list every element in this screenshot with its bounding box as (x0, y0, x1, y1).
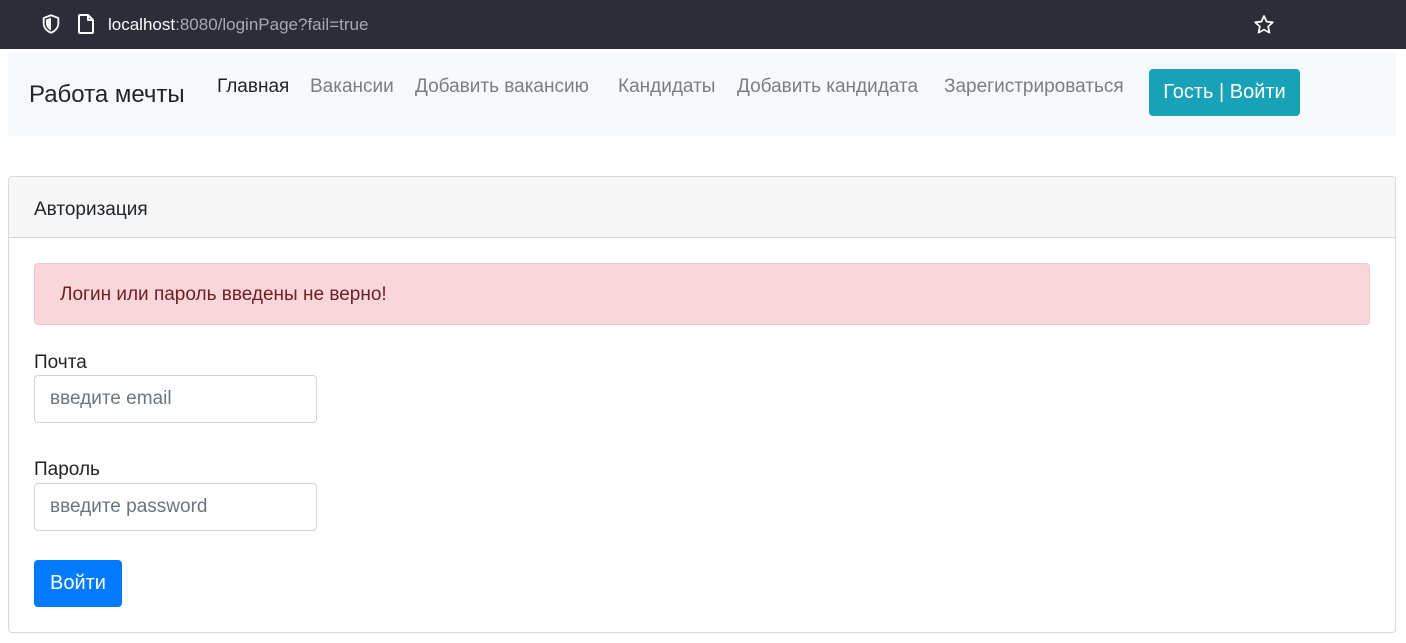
browser-toolbar: localhost:8080/loginPage?fail=true (0, 0, 1406, 49)
error-alert-text: Логин или пароль введены не верно! (60, 284, 387, 305)
star-icon[interactable] (1252, 13, 1276, 37)
url-host: localhost (108, 15, 176, 34)
nav-link-home[interactable]: Главная (217, 75, 289, 99)
nav-link-register[interactable]: Зарегистрироваться (944, 75, 1124, 99)
nav-link-candidates[interactable]: Кандидаты (618, 75, 715, 99)
error-alert: Логин или пароль введены не верно! (34, 263, 1370, 325)
url-bar[interactable]: localhost:8080/loginPage?fail=true (108, 14, 368, 36)
password-label: Пароль (34, 459, 100, 480)
nav-link-add-vacancy[interactable]: Добавить вакансию (415, 75, 589, 99)
url-path: :8080/loginPage?fail=true (175, 15, 369, 34)
page-icon[interactable] (76, 13, 96, 35)
card-title: Авторизация (34, 199, 148, 220)
submit-login-button[interactable]: Войти (34, 560, 122, 607)
navbar-brand[interactable]: Работа мечты (29, 81, 185, 109)
nav-link-vacancies[interactable]: Вакансии (310, 75, 394, 99)
email-input[interactable] (34, 375, 317, 423)
guest-login-button[interactable]: Гость | Войти (1149, 69, 1300, 116)
login-card: Авторизация Логин или пароль введены не … (8, 176, 1396, 633)
email-label: Почта (34, 352, 87, 373)
shield-icon[interactable] (40, 13, 62, 35)
navbar: Работа мечты Главная Вакансии Добавить в… (8, 52, 1396, 136)
password-input[interactable] (34, 483, 317, 531)
nav-link-add-candidate[interactable]: Добавить кандидата (737, 75, 918, 99)
card-header: Авторизация (9, 177, 1395, 238)
